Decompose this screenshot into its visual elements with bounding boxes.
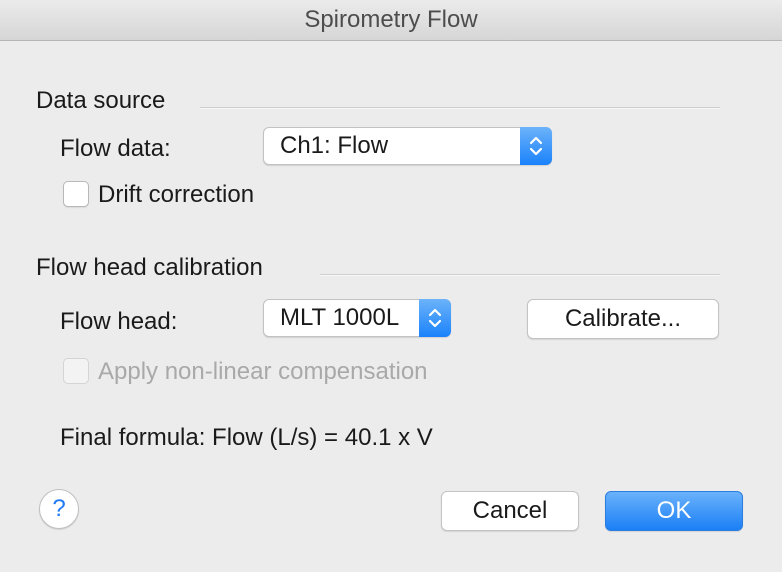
flow-head-label: Flow head: [60, 308, 178, 335]
drift-correction-label[interactable]: Drift correction [98, 181, 254, 209]
question-mark-icon: ? [52, 495, 66, 522]
nonlinear-compensation-label: Apply non-linear compensation [98, 358, 428, 385]
flow-data-select[interactable]: Ch1: Flow [263, 127, 552, 165]
ok-button[interactable]: OK [605, 491, 743, 531]
calibrate-button[interactable]: Calibrate... [527, 299, 719, 339]
drift-correction-checkbox[interactable] [63, 181, 89, 207]
flow-data-value: Ch1: Flow [280, 132, 389, 159]
spirometry-flow-dialog: Spirometry Flow Data source Flow data: C… [0, 0, 782, 572]
cancel-button[interactable]: Cancel [441, 491, 579, 531]
calibration-divider [320, 274, 720, 276]
flow-head-value: MLT 1000L [280, 304, 400, 331]
data-source-heading: Data source [36, 87, 166, 114]
flow-head-select[interactable]: MLT 1000L [263, 299, 451, 337]
flow-head-calibration-heading: Flow head calibration [36, 254, 263, 281]
flow-head-stepper-icon [419, 299, 451, 337]
data-source-divider [200, 107, 720, 109]
help-button[interactable]: ? [39, 489, 79, 529]
flow-data-label: Flow data: [60, 135, 171, 162]
window-title: Spirometry Flow [0, 0, 782, 41]
final-formula-text: Final formula: Flow (L/s) = 40.1 x V [60, 424, 433, 451]
nonlinear-compensation-checkbox [63, 358, 89, 384]
flow-data-stepper-icon [520, 127, 552, 165]
